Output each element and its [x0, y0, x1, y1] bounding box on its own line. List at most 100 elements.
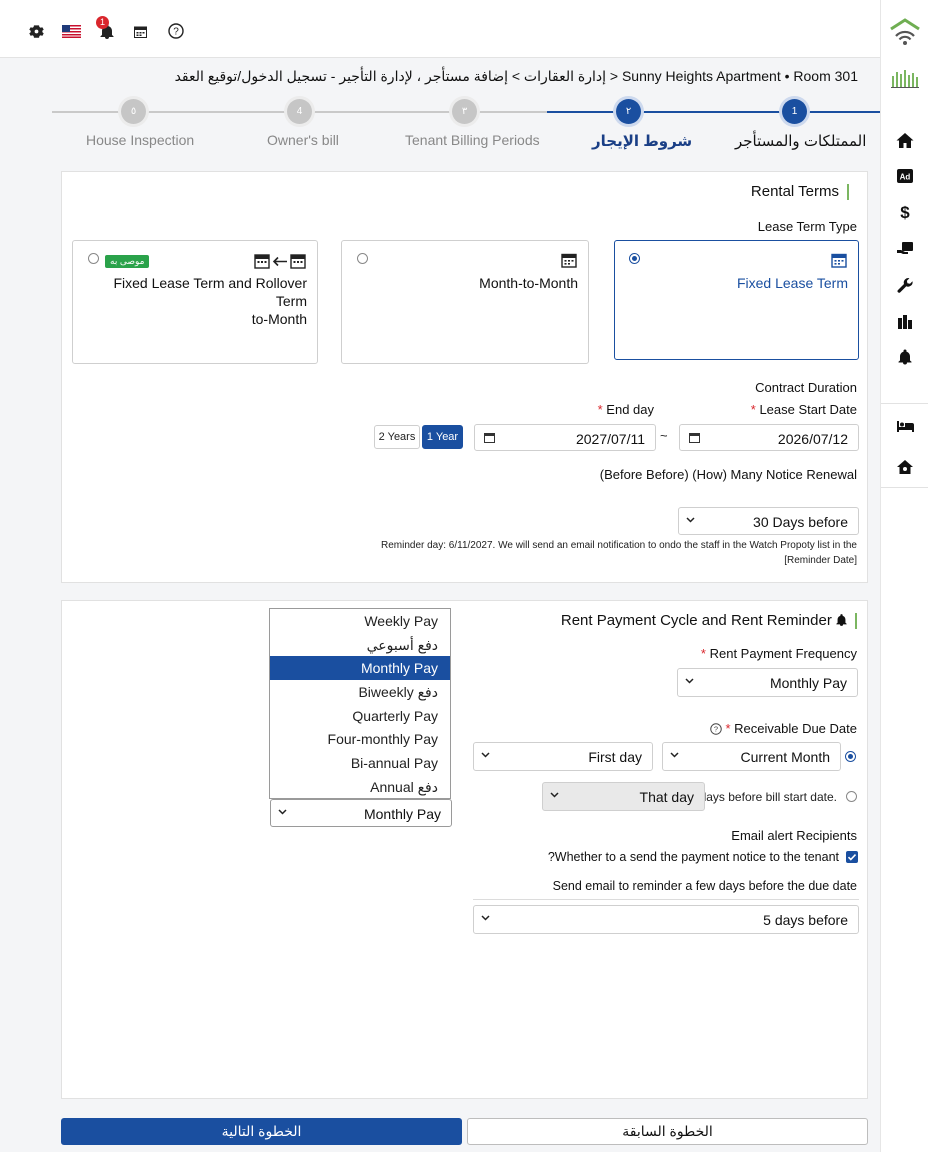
step-1-label[interactable]: الممتلكات والمستأجر: [735, 132, 866, 150]
recommended-badge: موصى به: [105, 255, 150, 268]
previous-step-button[interactable]: الخطوة السابقة: [467, 1118, 868, 1145]
end-date-input[interactable]: 2027/07/11: [474, 424, 656, 451]
date-range-separator: ~: [660, 428, 668, 443]
sidebar-divider: [881, 403, 928, 404]
due-day-value: First day: [588, 749, 642, 765]
reminder-note-line1: Reminder day: 6/11/2027. We will send an…: [380, 540, 857, 551]
notification-badge: 1: [96, 16, 109, 29]
stepper-line-complete: [547, 111, 880, 113]
reminder-note: Reminder day: 6/11/2027. We will send an…: [357, 538, 857, 568]
step-3-circle[interactable]: ٣: [452, 99, 477, 124]
rental-terms-card: Rental Terms Lease Term Type Fixed Lease…: [61, 171, 868, 583]
step-1-circle[interactable]: 1: [782, 99, 807, 124]
due-day-select[interactable]: First day: [473, 742, 653, 771]
card-title: Rent Payment Cycle and Rent Reminder: [561, 613, 857, 629]
duration-2-years-button[interactable]: 2 Years: [374, 425, 420, 449]
frequency-value: Monthly Pay: [769, 675, 847, 691]
chevron-down-icon: [481, 915, 490, 921]
frequency-dropdown-list: Weekly Pay دفع أسبوعي Monthly Pay Biweek…: [269, 608, 451, 799]
notice-days-select[interactable]: 30 Days before: [678, 507, 859, 535]
radio-fixed-rollover[interactable]: [88, 253, 99, 264]
duration-1-year-button[interactable]: 1 Year: [422, 425, 463, 449]
lease-start-date-value: 2026/07/12: [777, 431, 848, 447]
payment-hand-icon[interactable]: [881, 235, 928, 263]
due-month-select[interactable]: Current Month: [662, 742, 841, 771]
radio-days-before[interactable]: [846, 791, 857, 802]
step-4-circle[interactable]: 4: [287, 99, 312, 124]
help-icon[interactable]: ?: [167, 22, 185, 40]
ad-icon[interactable]: Ad: [881, 162, 928, 190]
frequency-select[interactable]: Monthly Pay: [677, 668, 858, 697]
next-step-button[interactable]: الخطوة التالية: [61, 1118, 462, 1145]
bar-chart-icon[interactable]: [881, 307, 928, 335]
dropdown-option[interactable]: Weekly Pay: [270, 609, 450, 633]
days-before-value: That day: [639, 789, 694, 805]
dollar-icon[interactable]: $: [881, 198, 928, 226]
bell-icon[interactable]: [881, 343, 928, 371]
calendar-icon: [561, 252, 577, 268]
reminder-days-select[interactable]: 5 days before: [473, 905, 859, 934]
wrench-icon[interactable]: [881, 271, 928, 299]
radio-fixed[interactable]: [629, 253, 640, 264]
lease-option-month-to-month[interactable]: Month-to-Month: [341, 240, 589, 364]
sidebar: Ad $: [880, 0, 928, 1152]
step-5-circle[interactable]: ٥: [121, 99, 146, 124]
end-day-label-text: End day: [606, 402, 654, 417]
breadcrumb: Sunny Heights Apartment • Room 301 < إدا…: [174, 68, 858, 84]
dropdown-option[interactable]: Bi-annual Pay: [270, 751, 450, 775]
bell-icon: [836, 614, 847, 626]
top-bar: 1 ?: [0, 0, 880, 58]
chevron-down-icon: [550, 792, 559, 798]
calendar-icon[interactable]: [131, 22, 149, 40]
step-3-label[interactable]: Tenant Billing Periods: [405, 132, 540, 148]
chevron-down-icon: [670, 752, 679, 758]
due-date-label-text: Receivable Due Date: [734, 721, 857, 736]
step-5-label[interactable]: House Inspection: [86, 132, 194, 148]
home-icon[interactable]: [881, 126, 928, 154]
house-key-icon[interactable]: [881, 453, 928, 481]
dropdown-option[interactable]: Biweekly دفع: [270, 680, 450, 704]
lease-type-label: Lease Term Type: [757, 219, 857, 234]
chevron-down-icon: [278, 809, 287, 815]
radio-due-month[interactable]: [845, 751, 856, 762]
end-day-label: * End day: [597, 402, 654, 417]
lease-option-fixed-rollover[interactable]: موصى به Fixed Lease Term and Rollover Te…: [72, 240, 318, 364]
days-before-select[interactable]: That day: [542, 782, 705, 811]
svg-text:$: $: [900, 203, 910, 221]
chevron-down-icon: [685, 678, 694, 684]
dropdown-option-selected[interactable]: Monthly Pay: [270, 656, 450, 681]
frequency-dropdown-select[interactable]: Monthly Pay: [270, 799, 452, 827]
gear-icon[interactable]: [27, 22, 45, 40]
lease-start-label: * Lease Start Date: [750, 402, 857, 417]
svg-text:Ad: Ad: [900, 173, 911, 182]
dropdown-option[interactable]: دفع أسبوعي: [270, 633, 450, 657]
due-month-value: Current Month: [740, 749, 830, 765]
dropdown-option[interactable]: Annual دفع: [270, 775, 450, 799]
frequency-label: * Rent Payment Frequency: [700, 646, 857, 661]
svg-text:?: ?: [173, 27, 179, 38]
radio-month-to-month[interactable]: [357, 253, 368, 264]
end-date-value: 2027/07/11: [575, 431, 645, 447]
help-icon[interactable]: ?: [710, 723, 722, 735]
step-2-circle[interactable]: ٢: [616, 99, 641, 124]
step-2-label[interactable]: شروط الإيجار: [592, 132, 692, 150]
send-notice-label: ?Whether to a send the payment notice to…: [547, 850, 839, 864]
chevron-down-icon: [686, 517, 695, 523]
lease-option-fixed[interactable]: Fixed Lease Term: [614, 240, 859, 360]
dropdown-option[interactable]: Four-monthly Pay: [270, 727, 450, 751]
step-4-label[interactable]: Owner's bill: [267, 132, 339, 148]
lease-start-date-input[interactable]: 2026/07/12: [679, 424, 859, 451]
lease-option-label-line1: Fixed Lease Term and Rollover Term: [113, 275, 307, 309]
sidebar-divider: [881, 487, 928, 488]
app-logo[interactable]: [881, 14, 928, 48]
lease-option-label-line2: to-Month: [251, 311, 307, 327]
frequency-dropdown-value: Monthly Pay: [363, 806, 441, 822]
card-title: Rental Terms: [751, 184, 849, 200]
dropdown-option[interactable]: Quarterly Pay: [270, 704, 450, 728]
us-flag-icon[interactable]: [61, 22, 81, 40]
send-notice-checkbox[interactable]: [846, 851, 858, 863]
calendar-icon: [484, 432, 495, 443]
building-icon[interactable]: [881, 64, 928, 92]
chevron-down-icon: [481, 752, 490, 758]
bed-icon[interactable]: [881, 412, 928, 440]
